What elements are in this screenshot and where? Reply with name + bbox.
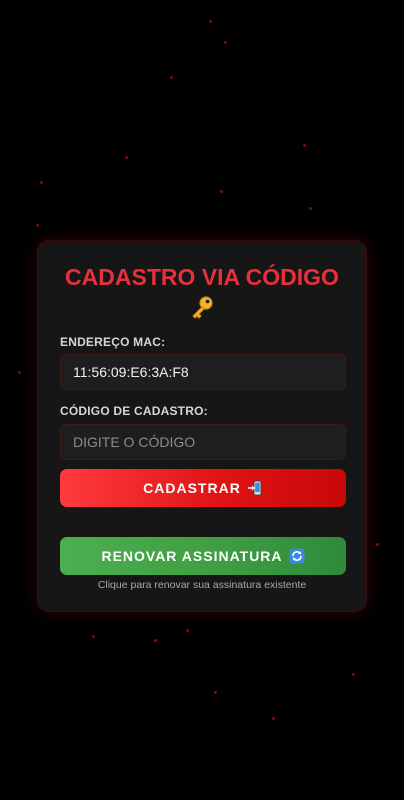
background-particle (40, 181, 43, 184)
renew-button-label: RENOVAR ASSINATURA (101, 548, 283, 564)
phone-arrow-icon (247, 480, 262, 496)
registration-code-label: CÓDIGO DE CADASTRO: (60, 404, 208, 418)
background-particle (92, 635, 95, 638)
key-icon (192, 296, 213, 319)
title-icon-line (38, 292, 366, 321)
background-particle (170, 76, 173, 79)
background-particle (18, 371, 21, 374)
register-button-label: CADASTRAR (143, 480, 241, 496)
register-button[interactable]: CADASTRAR (60, 469, 346, 507)
app-screen: CADASTRO VIA CÓDIGO ENDEREÇO MAC: CÓDIGO… (0, 0, 404, 800)
background-particle (214, 691, 217, 694)
background-particle (309, 207, 312, 210)
background-particle (376, 543, 379, 546)
mac-address-label: ENDEREÇO MAC: (60, 335, 166, 349)
background-particle (352, 673, 355, 676)
background-particle (224, 41, 227, 44)
background-particle (125, 156, 128, 159)
page-title: CADASTRO VIA CÓDIGO (38, 263, 366, 321)
background-particle (303, 144, 306, 147)
renew-hint-text: Clique para renovar sua assinatura exist… (97, 579, 307, 591)
renew-subscription-button[interactable]: RENOVAR ASSINATURA (60, 537, 346, 575)
background-particle (209, 20, 212, 23)
registration-code-input[interactable] (60, 424, 346, 460)
background-particle (154, 639, 157, 642)
background-particle (186, 629, 189, 632)
background-particle (36, 224, 39, 227)
refresh-icon (289, 548, 305, 564)
background-particle (272, 717, 275, 720)
mac-address-field[interactable] (60, 354, 346, 390)
background-particle (220, 190, 223, 193)
title-text: CADASTRO VIA CÓDIGO (65, 264, 339, 290)
registration-card: CADASTRO VIA CÓDIGO ENDEREÇO MAC: CÓDIGO… (37, 240, 367, 612)
